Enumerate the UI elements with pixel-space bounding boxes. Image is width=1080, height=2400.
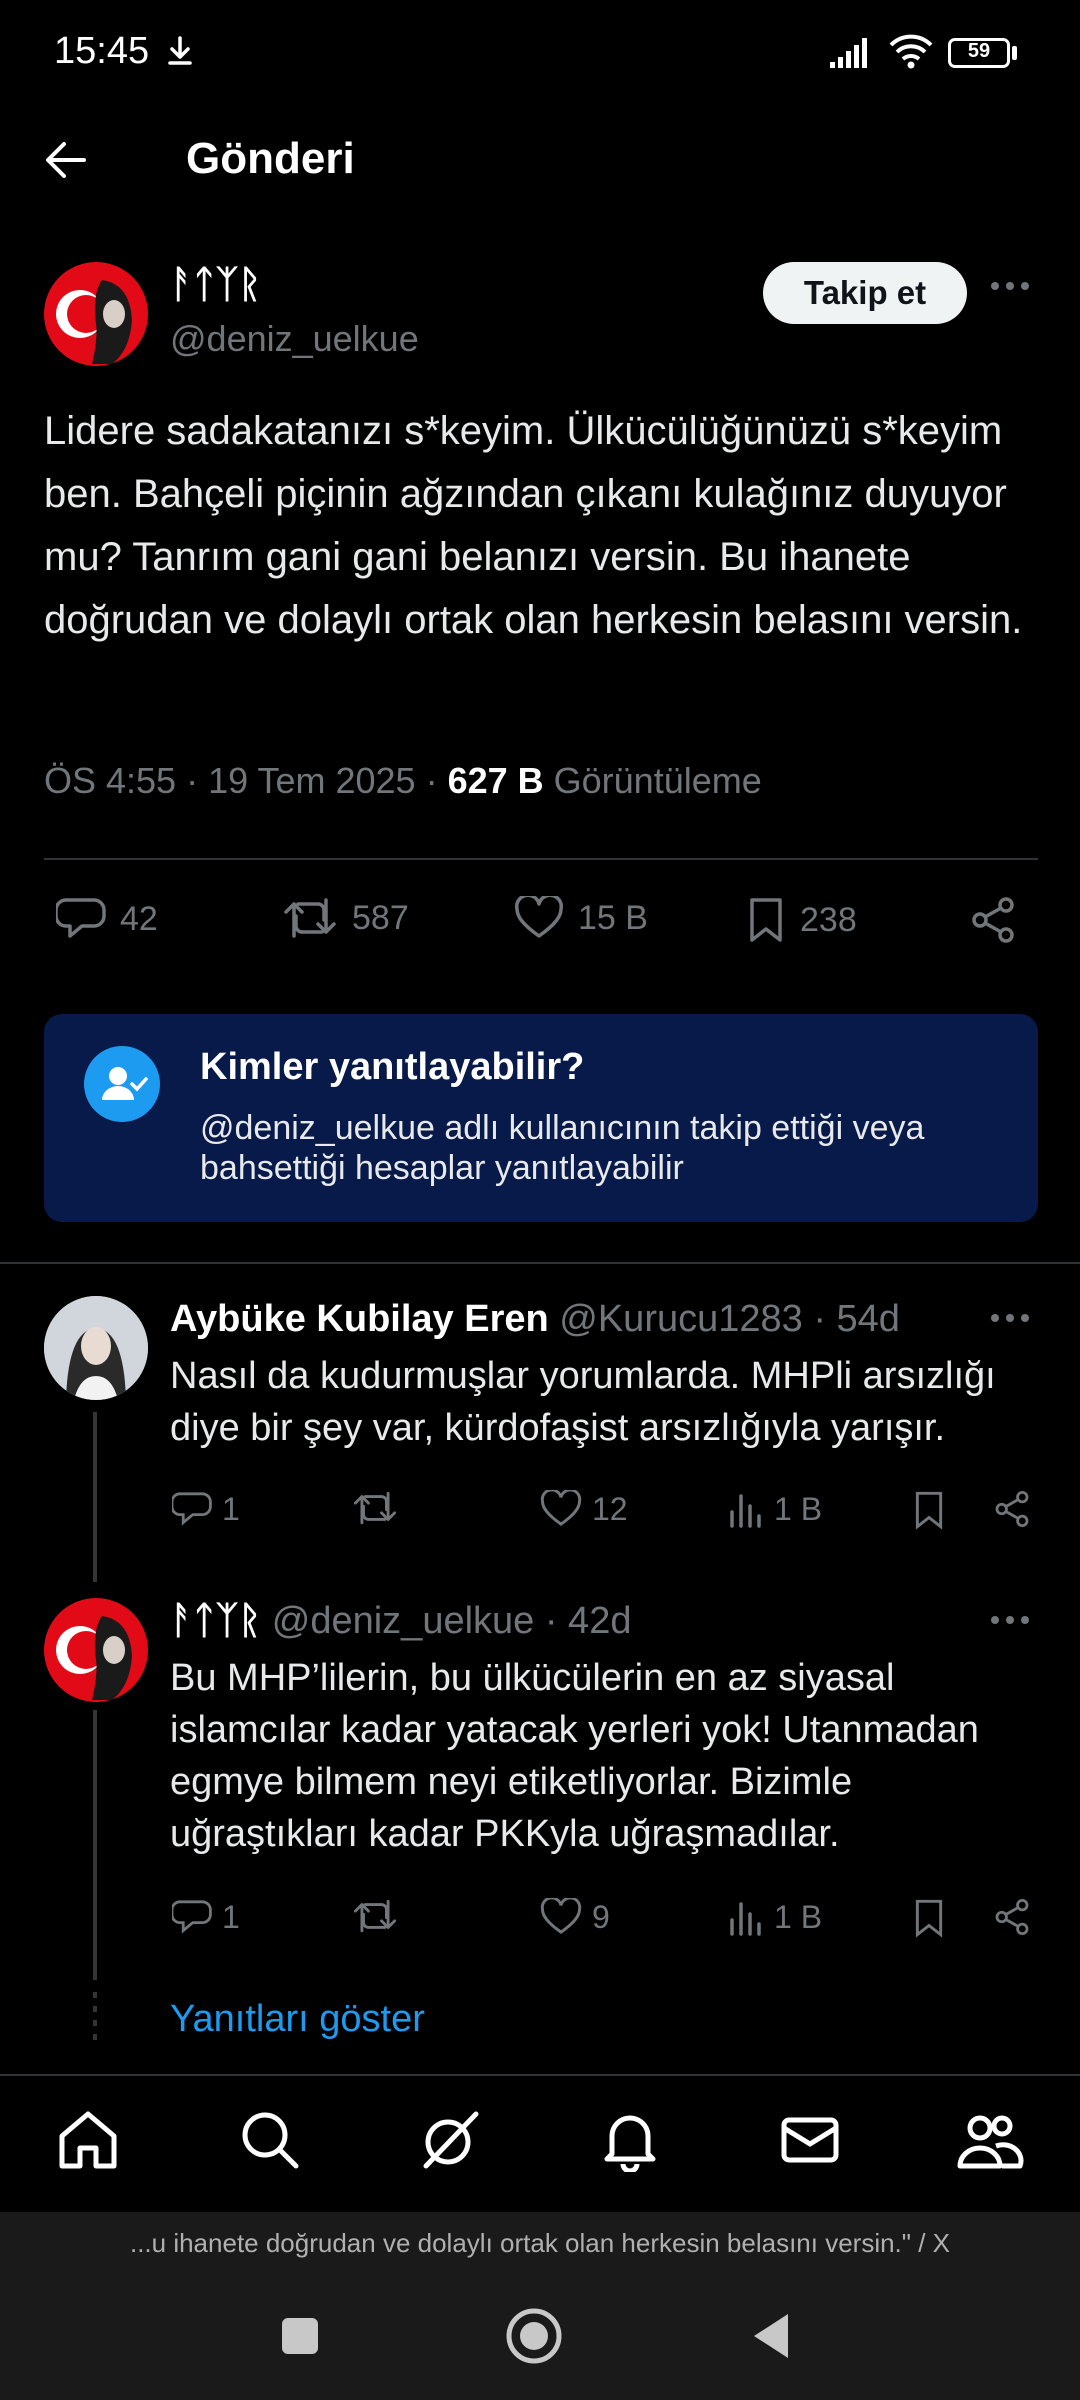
- like-button[interactable]: 15 B: [514, 896, 648, 940]
- bookmark-button[interactable]: [912, 1898, 956, 1938]
- page-url-bar: ...u ihanete doğrudan ve dolaylı ortak o…: [0, 2212, 1080, 2274]
- retweet-count: 587: [352, 898, 409, 937]
- views-button[interactable]: 1 B: [728, 1898, 822, 1936]
- reply-button[interactable]: 1: [172, 1898, 240, 1936]
- reply-count: 1: [222, 1898, 240, 1935]
- like-button[interactable]: 9: [540, 1898, 610, 1936]
- reply-avatar[interactable]: [44, 1598, 148, 1702]
- share-icon[interactable]: [968, 896, 1032, 944]
- author-name[interactable]: ᚨᛏᛉᚱ: [170, 264, 261, 307]
- divider: [44, 858, 1038, 860]
- battery-level: 59: [967, 40, 991, 62]
- view-count: 1 B: [774, 1490, 823, 1527]
- bookmark-button[interactable]: 238: [746, 896, 857, 944]
- like-count: 12: [592, 1490, 628, 1527]
- post-text: Lidere sadakatanızı s*keyim. Ülkücülüğün…: [44, 409, 1023, 642]
- grok-icon[interactable]: [418, 2108, 482, 2172]
- signal-icon: [828, 36, 876, 70]
- wifi-icon: [888, 32, 934, 70]
- reply-author-name: ᚨᛏᛉᚱ: [170, 1600, 262, 1642]
- retweet-button[interactable]: 587: [282, 896, 409, 940]
- bookmark-count: 238: [800, 900, 857, 939]
- views-button[interactable]: 1 B: [728, 1490, 822, 1528]
- retweet-button[interactable]: [352, 1898, 408, 1934]
- bottom-nav: [0, 2074, 1080, 2212]
- share-icon[interactable]: [992, 1898, 1042, 1936]
- user-check-icon: [84, 1046, 160, 1122]
- battery-cap: [1012, 46, 1017, 60]
- download-icon: [166, 36, 194, 66]
- reply-author[interactable]: ᚨᛏᛉᚱ @deniz_uelkue · 42d: [170, 1600, 631, 1643]
- like-button[interactable]: 12: [540, 1490, 628, 1528]
- who-can-reply-description: @deniz_uelkue adlı kullanıcının takip et…: [200, 1109, 925, 1187]
- views-label: Görüntüleme: [543, 760, 762, 801]
- thread-continuation: [93, 1992, 97, 2042]
- messages-icon[interactable]: [778, 2108, 842, 2172]
- reply-text: Bu MHP’lilerin, bu ülkücülerin en az siy…: [170, 1657, 979, 1855]
- view-count: 1 B: [774, 1898, 823, 1935]
- author-avatar[interactable]: [44, 262, 148, 366]
- reply-author[interactable]: Aybüke Kubilay Eren @Kurucu1283 · 54d: [170, 1298, 900, 1341]
- more-options-icon[interactable]: [990, 280, 1030, 292]
- reply-count: 1: [222, 1490, 240, 1527]
- notifications-icon[interactable]: [598, 2108, 662, 2172]
- bookmark-button[interactable]: [912, 1490, 956, 1530]
- share-icon[interactable]: [992, 1490, 1042, 1528]
- status-time: 15:45: [54, 30, 150, 72]
- back-system-icon[interactable]: [748, 2310, 792, 2362]
- battery-indicator: 59: [948, 38, 1010, 68]
- home-icon[interactable]: [56, 2108, 120, 2172]
- reply-count: 42: [120, 899, 158, 938]
- post-meta: ÖS 4:55 · 19 Tem 2025 · 627 B Görüntülem…: [44, 760, 762, 802]
- like-count: 15 B: [578, 898, 648, 937]
- reply-author-name: Aybüke Kubilay Eren: [170, 1298, 549, 1340]
- communities-icon[interactable]: [956, 2108, 1024, 2172]
- like-count: 9: [592, 1898, 610, 1935]
- divider: [0, 1262, 1080, 1264]
- views-count: 627 B: [447, 760, 544, 801]
- thread-line: [93, 1710, 97, 1980]
- reply-handle-time: @deniz_uelkue · 42d: [261, 1600, 632, 1642]
- reply-text: Nasıl da kudurmuşlar yorumlarda. MHPli a…: [170, 1355, 996, 1449]
- follow-button[interactable]: Takip et: [763, 262, 967, 324]
- who-can-reply-title: Kimler yanıtlayabilir?: [200, 1046, 585, 1088]
- reply-button[interactable]: 42: [56, 896, 158, 942]
- reply-handle-time: @Kurucu1283 · 54d: [548, 1298, 900, 1340]
- back-arrow-icon[interactable]: [44, 138, 88, 182]
- reply-button[interactable]: 1: [172, 1490, 240, 1528]
- home-system-icon[interactable]: [504, 2306, 564, 2366]
- show-replies-link[interactable]: Yanıtları göster: [170, 1998, 425, 2041]
- search-icon[interactable]: [238, 2108, 302, 2172]
- more-options-icon[interactable]: [990, 1614, 1030, 1626]
- author-handle[interactable]: @deniz_uelkue: [170, 318, 419, 360]
- page-title: Gönderi: [186, 134, 355, 183]
- more-options-icon[interactable]: [990, 1312, 1030, 1324]
- reply-avatar[interactable]: [44, 1296, 148, 1400]
- thread-line: [93, 1412, 97, 1582]
- retweet-button[interactable]: [352, 1490, 408, 1526]
- recents-icon[interactable]: [278, 2314, 322, 2358]
- post-time: ÖS 4:55 · 19 Tem 2025 ·: [44, 760, 448, 801]
